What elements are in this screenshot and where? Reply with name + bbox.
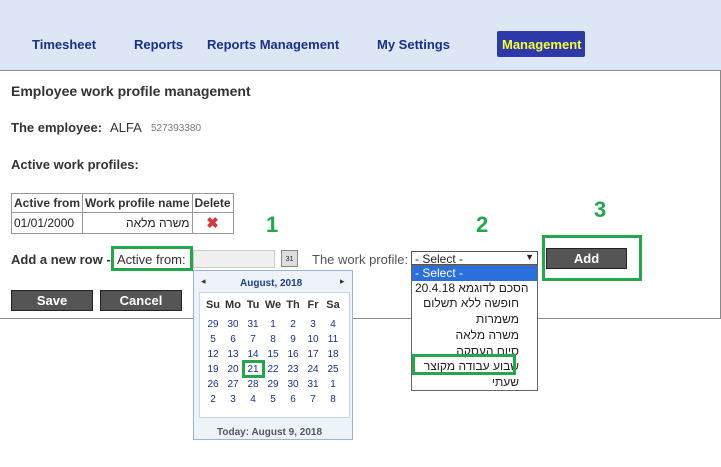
column-header: Work profile name <box>82 193 193 213</box>
dropdown-option[interactable]: שעתי <box>412 375 537 390</box>
nav-reports-management[interactable]: Reports Management <box>207 37 339 55</box>
calendar-day[interactable]: 6 <box>283 394 303 405</box>
calendar-day[interactable]: 28 <box>243 379 263 390</box>
calendar-day[interactable]: 6 <box>223 334 243 345</box>
active-from-input[interactable] <box>193 250 275 268</box>
weekday-header: Fr <box>307 299 319 311</box>
calendar-day[interactable]: 30 <box>283 379 303 390</box>
calendar-day[interactable]: 5 <box>263 394 283 405</box>
work-profile-label: The work profile: <box>312 252 409 267</box>
calendar-day[interactable]: 2 <box>283 319 303 330</box>
calendar-day[interactable]: 5 <box>203 334 223 345</box>
calendar-day[interactable]: 26 <box>203 379 223 390</box>
calendar-day[interactable]: 3 <box>303 319 323 330</box>
column-header: Active from <box>10 193 84 213</box>
nav-reports[interactable]: Reports <box>134 37 183 55</box>
calendar-day[interactable]: 29 <box>203 319 223 330</box>
profile-cell: משרה מלאה <box>82 212 193 234</box>
calendar-day[interactable]: 18 <box>323 349 343 360</box>
calendar-day[interactable]: 8 <box>323 394 343 405</box>
annotation-three: 3 <box>594 197 607 222</box>
calendar-icon[interactable]: 31 <box>281 250 298 267</box>
calendar-day[interactable]: 2 <box>203 394 223 405</box>
calendar-day[interactable]: 31 <box>303 379 323 390</box>
calendar-day[interactable]: 7 <box>243 334 263 345</box>
calendar-day[interactable]: 10 <box>303 334 323 345</box>
calendar-day[interactable]: 14 <box>243 349 263 360</box>
save-button[interactable]: Save <box>11 290 93 311</box>
calendar-month-title: August, 2018 <box>240 278 303 289</box>
calendar-day[interactable]: 31 <box>243 319 263 330</box>
active-profiles-label: Active work profiles: <box>11 157 139 172</box>
active-from-label: Active from: <box>117 252 186 267</box>
cancel-button[interactable]: Cancel <box>100 290 182 311</box>
calendar-day[interactable]: 9 <box>283 334 303 345</box>
calendar-day[interactable]: 11 <box>323 334 343 345</box>
weekday-header: Th <box>286 299 300 311</box>
calendar-day[interactable]: 20 <box>223 364 243 375</box>
dropdown-option[interactable]: משרה מלאה <box>412 328 537 343</box>
active-from-cell: 01/01/2000 <box>10 212 84 234</box>
annotation-one: 1 <box>266 212 279 237</box>
dropdown-option[interactable]: משמרות <box>412 312 537 327</box>
chevron-down-icon: ▼ <box>525 252 534 262</box>
employee-name: ALFA <box>110 120 142 135</box>
weekday-header: Mo <box>225 299 241 311</box>
weekday-header: Sa <box>326 299 340 311</box>
calendar-day[interactable]: 1 <box>323 379 343 390</box>
calendar-day[interactable]: 8 <box>263 334 283 345</box>
calendar-day[interactable]: 22 <box>263 364 283 375</box>
profiles-table: Active from Work profile name Delete 01/… <box>10 193 234 234</box>
delete-x-icon[interactable]: ✖ <box>191 212 234 234</box>
dropdown-option[interactable]: - Select - <box>412 266 537 281</box>
calendar-day[interactable]: 4 <box>323 319 343 330</box>
prev-month-icon[interactable]: ◂ <box>201 276 206 287</box>
dropdown-option-highlight <box>412 354 516 375</box>
calendar-day[interactable]: 7 <box>303 394 323 405</box>
column-header: Delete <box>191 193 234 213</box>
nav-my-settings[interactable]: My Settings <box>377 37 450 55</box>
calendar-day[interactable]: 24 <box>303 364 323 375</box>
calendar-day[interactable]: 3 <box>223 394 243 405</box>
weekday-header: Su <box>205 299 221 311</box>
table-header-row: Active from Work profile name Delete <box>10 193 234 213</box>
calendar-day[interactable]: 12 <box>203 349 223 360</box>
calendar-day[interactable]: 19 <box>203 364 223 375</box>
add-button[interactable]: Add <box>546 248 627 269</box>
calendar-day[interactable]: 4 <box>243 394 263 405</box>
select-value: - Select - <box>415 252 464 266</box>
calendar-day[interactable]: 27 <box>223 379 243 390</box>
calendar-day[interactable]: 21 <box>243 364 263 375</box>
employee-label: The employee: <box>11 120 103 135</box>
work-profile-select[interactable]: - Select - ▼ <box>411 251 538 266</box>
dropdown-option[interactable]: 20.4.18 הסכם לדוגמא <box>412 281 537 296</box>
calendar-day[interactable]: 13 <box>223 349 243 360</box>
weekday-header: We <box>264 299 282 311</box>
calendar-day[interactable]: 30 <box>223 319 243 330</box>
page-title: Employee work profile management <box>11 83 251 99</box>
add-row-label: Add a new row - <box>11 252 111 267</box>
table-row: 01/01/2000 משרה מלאה ✖ <box>10 212 234 234</box>
calendar-today[interactable]: Today: August 9, 2018 <box>217 427 322 438</box>
weekday-header: Tu <box>246 299 260 311</box>
annotation-two: 2 <box>476 212 489 237</box>
calendar-day[interactable]: 16 <box>283 349 303 360</box>
calendar-day[interactable]: 15 <box>263 349 283 360</box>
calendar-day[interactable]: 17 <box>303 349 323 360</box>
top-nav-bar <box>0 0 721 70</box>
employee-id: 527393380 <box>151 123 202 134</box>
calendar-day[interactable]: 29 <box>263 379 283 390</box>
nav-management-label: Management <box>502 37 582 52</box>
calendar-day[interactable]: 23 <box>283 364 303 375</box>
calendar-day[interactable]: 1 <box>263 319 283 330</box>
nav-timesheet[interactable]: Timesheet <box>32 37 96 55</box>
calendar-day[interactable]: 25 <box>323 364 343 375</box>
nav-management[interactable]: Management <box>497 31 585 57</box>
next-month-icon[interactable]: ▸ <box>340 276 345 287</box>
dropdown-option[interactable]: חופשה ללא תשלום <box>412 296 537 311</box>
